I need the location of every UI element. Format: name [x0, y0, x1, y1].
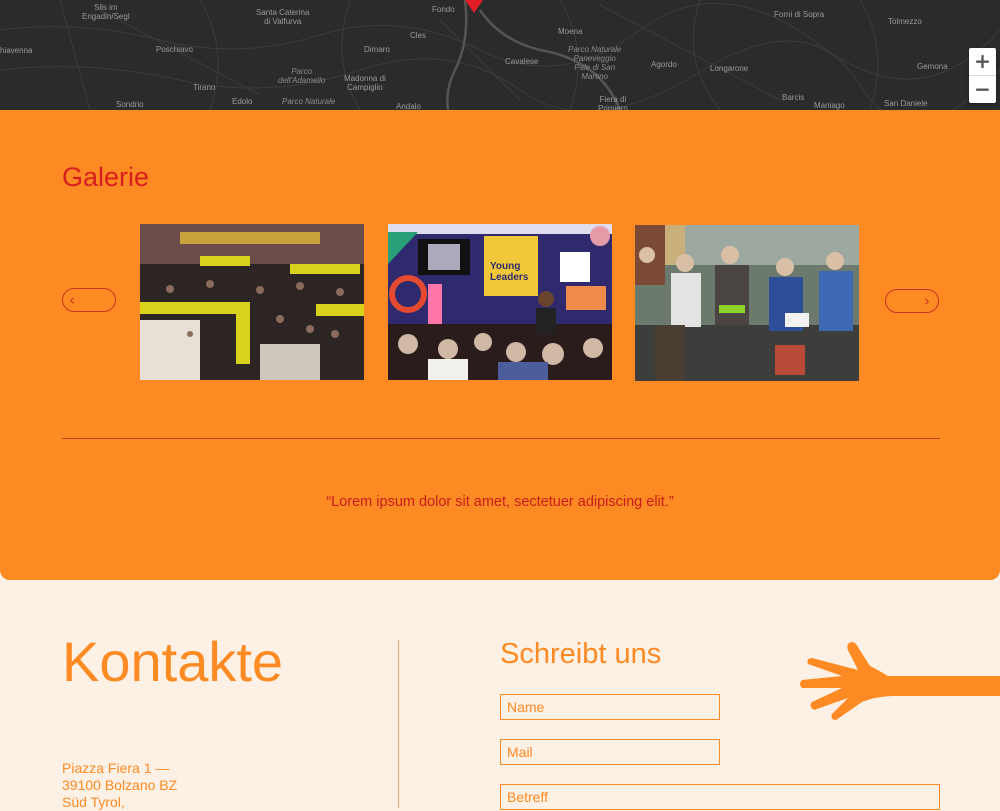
map-label: Tirano: [193, 83, 216, 92]
map-label: Cles: [410, 31, 427, 40]
contact-divider: [398, 640, 399, 808]
map-label: Edolo: [232, 97, 253, 106]
gallery-quote: “Lorem ipsum dolor sit amet, sectetuer a…: [326, 494, 674, 510]
map-zoom-control: + −: [969, 48, 996, 103]
map-label: Sils im Engadin/Segl: [82, 3, 130, 21]
map-label: Andalo: [396, 102, 421, 110]
gallery-title: Galerie: [62, 162, 150, 192]
gallery-photo[interactable]: Young Leaders: [388, 224, 612, 380]
map-label: Madonna di Campiglio: [344, 74, 386, 92]
contact-address: Piazza Fiera 1 — 39100 Bolzano BZ Süd Ty…: [62, 760, 177, 811]
map-label: hiavenna: [0, 46, 33, 55]
mail-field[interactable]: [500, 739, 720, 765]
zoom-out-button[interactable]: −: [969, 75, 996, 103]
hand-illustration: [800, 642, 1000, 720]
zoom-in-button[interactable]: +: [969, 48, 996, 75]
chevron-right-icon: ›: [924, 292, 930, 310]
map-label: Cavalese: [505, 57, 539, 66]
gallery-section: Galerie ‹ Young Leaders › “Lorem ipsum d…: [0, 110, 1000, 580]
map-label: Parco dell'Adamello: [278, 67, 326, 85]
form-title: Schreibt uns: [500, 638, 662, 670]
map-label: Moena: [558, 27, 583, 36]
map-label: Maniago: [814, 101, 845, 110]
gallery-divider: [62, 438, 940, 439]
gallery-next-button[interactable]: ›: [885, 289, 939, 313]
map-label: Parco Naturale: [282, 97, 336, 106]
map-label: Poschiavo: [156, 45, 193, 54]
address-line: Süd Tyrol,: [62, 794, 125, 810]
chevron-left-icon: ‹: [69, 291, 75, 309]
map-label: Fondo: [432, 5, 455, 14]
map-label: Tolmezzo: [888, 17, 922, 26]
map-label: Barcis: [782, 93, 805, 102]
name-field[interactable]: [500, 694, 720, 720]
map-label: Agordo: [651, 60, 677, 69]
young-leaders-photo: Young Leaders: [388, 224, 612, 380]
map-label: Longarone: [710, 64, 749, 73]
map-label: San Daniele: [884, 99, 928, 108]
gallery-photo[interactable]: [140, 224, 364, 380]
svg-text:Leaders: Leaders: [490, 272, 529, 283]
map-label: Sondrio: [116, 100, 144, 109]
svg-text:Young: Young: [490, 261, 520, 272]
address-line: Piazza Fiera 1 —: [62, 760, 170, 776]
map[interactable]: Sils im Engadin/Segl Santa Caterina di V…: [0, 0, 1000, 110]
map-label: Dimaro: [364, 45, 390, 54]
map-label: Forni di Sopra: [774, 10, 825, 19]
gallery-prev-button[interactable]: ‹: [62, 288, 116, 312]
contact-title: Kontakte: [62, 630, 284, 693]
map-label: Gemona: [917, 62, 948, 71]
map-label: Parco Naturale Paneveggio Pale di San Ma…: [568, 45, 622, 81]
map-label: Fiera di Primiero: [598, 95, 628, 110]
students-photo: [635, 225, 859, 381]
gallery-photo[interactable]: [635, 225, 859, 381]
map-terrain: [0, 0, 1000, 110]
subject-field[interactable]: [500, 784, 940, 810]
map-label: Santa Caterina di Valfurva: [256, 8, 310, 26]
exhibition-photo: [140, 224, 364, 380]
address-line: 39100 Bolzano BZ: [62, 777, 178, 793]
